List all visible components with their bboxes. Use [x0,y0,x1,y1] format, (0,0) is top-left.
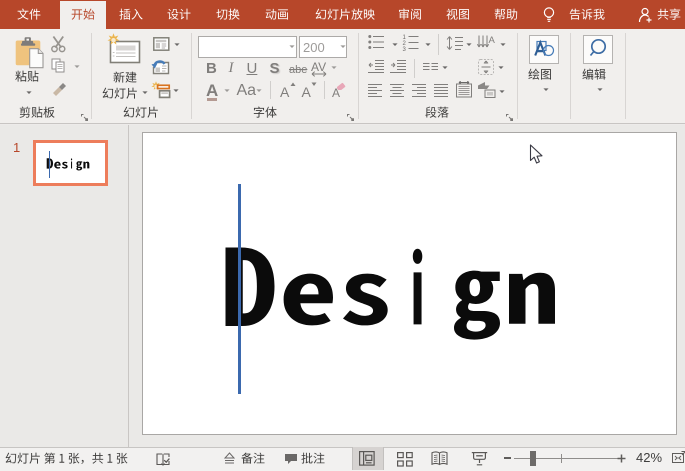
svg-text:3: 3 [403,47,407,52]
svg-text:A: A [489,35,496,46]
